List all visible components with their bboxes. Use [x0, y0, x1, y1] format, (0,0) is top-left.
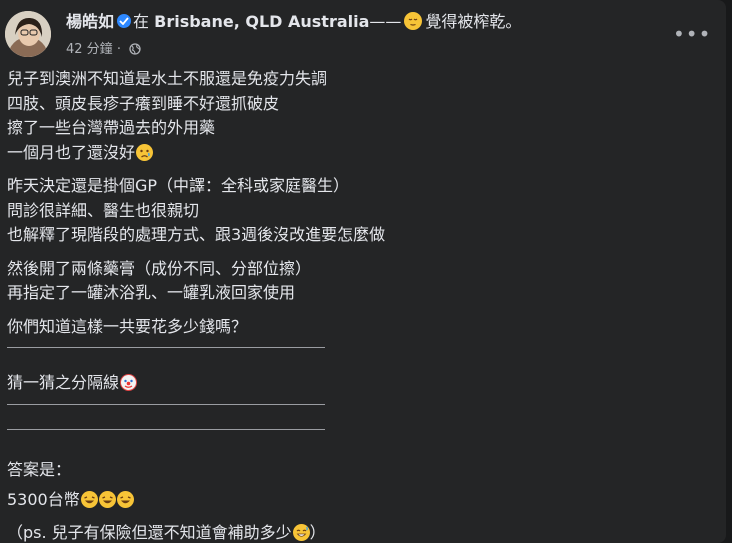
location-link[interactable]: Brisbane, QLD Australia	[154, 12, 369, 31]
text-line: 擦了一些台灣帶過去的外用藥	[7, 118, 216, 137]
paragraph-1: 兒子到澳洲不知道是水土不服還是免疫力失調 四肢、頭皮長疹子癢到睡不好還抓破皮 擦…	[7, 67, 385, 165]
question-text: 你們知道這樣一共要花多少錢嗎？	[7, 316, 248, 336]
text-line: 昨天決定還是掛個GP（中譯：全科或家庭醫生）	[7, 176, 350, 195]
question-block: 你們知道這樣一共要花多少錢嗎？	[7, 315, 385, 360]
text-line: 四肢、頭皮長疹子癢到睡不好還抓破皮	[7, 93, 280, 113]
ps-close-paren: ）	[309, 522, 326, 542]
author-name[interactable]: 楊皓如	[66, 12, 114, 31]
text-line: 也解釋了現階段的處理方式、跟3週後沒改進要怎麼做	[7, 225, 386, 244]
text-line: 兒子到澳洲不知道是水土不服還是免疫力失調	[7, 69, 328, 88]
text-line: 猜一猜之分隔線	[7, 371, 385, 396]
ps-text: （ps. 兒子有保險但還不知道會補助多少	[7, 522, 292, 542]
answer-block: 答案是： 5300台幣 （ps. 兒子有保險但還不知道會補助多少 ）	[7, 458, 385, 543]
text-line: 再指定了一罐沐浴乳、一罐乳液回家使用	[7, 283, 296, 302]
paragraph-2: 昨天決定還是掛個GP（中譯：全科或家庭醫生） 問診很詳細、醫生也很親切 也解釋了…	[7, 174, 385, 248]
paragraph-3: 然後開了兩條藥膏（成份不同、分部位擦） 再指定了一罐沐浴乳、一罐乳液回家使用	[7, 257, 385, 306]
text-line: 5300台幣	[7, 488, 385, 513]
divider	[7, 403, 325, 405]
relieved-face-icon	[404, 12, 423, 30]
spacer	[7, 428, 385, 445]
avatar[interactable]	[5, 11, 51, 57]
feeling-dash: ——	[369, 12, 402, 31]
more-options-icon[interactable]: •••	[673, 24, 710, 44]
author-line: 楊皓如在 Brisbane, QLD Australia—— 覺得被榨乾。	[66, 12, 521, 32]
rolling-laughing-icon	[98, 491, 116, 508]
verified-badge-icon	[117, 14, 132, 28]
meta-separator: ·	[116, 42, 121, 57]
divider	[7, 428, 325, 430]
globe-icon	[129, 43, 141, 59]
text-line: （ps. 兒子有保險但還不知道會補助多少 ）	[7, 521, 385, 543]
timestamp[interactable]: 42 分鐘	[66, 42, 113, 57]
text-line: 然後開了兩條藥膏（成份不同、分部位擦）	[7, 258, 312, 278]
feeling-text: 覺得被榨乾。	[425, 12, 522, 31]
spacer	[7, 403, 385, 416]
answer-value: 5300台幣	[7, 490, 80, 509]
rolling-laughing-icon	[116, 491, 134, 508]
post-card: 楊皓如在 Brisbane, QLD Australia—— 覺得被榨乾。 42 …	[0, 0, 726, 543]
guess-line-text: 猜一猜之分隔線	[7, 373, 120, 392]
rolling-laughing-icon	[80, 491, 98, 508]
grinning-sweat-icon	[292, 523, 310, 541]
text-line: 一個月也了還沒好	[7, 141, 385, 166]
guess-block: 猜一猜之分隔線	[7, 371, 385, 445]
text-line-content: 一個月也了還沒好	[7, 142, 136, 162]
location-prefix: 在	[133, 12, 150, 31]
text-line: 問診很詳細、醫生也很親切	[7, 200, 200, 220]
spacer	[7, 347, 385, 359]
answer-label: 答案是：	[7, 459, 72, 479]
post-header: 楊皓如在 Brisbane, QLD Australia—— 覺得被榨乾。 42 …	[5, 8, 725, 58]
crying-face-icon	[136, 143, 154, 161]
divider	[7, 347, 325, 348]
clown-face-icon	[120, 374, 138, 391]
post-body: 兒子到澳洲不知道是水土不服還是免疫力失調 四肢、頭皮長疹子癢到睡不好還抓破皮 擦…	[7, 67, 385, 543]
post-meta: 42 分鐘 ·	[66, 38, 141, 59]
